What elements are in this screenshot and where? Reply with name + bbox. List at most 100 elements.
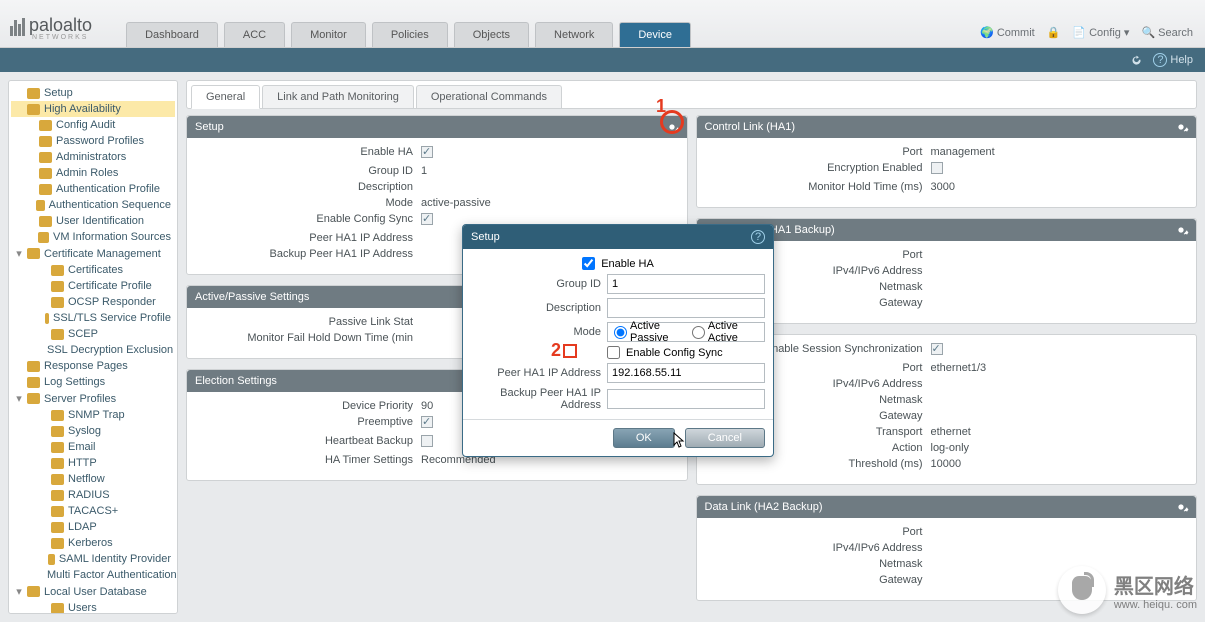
- mode-label: Mode: [471, 326, 601, 338]
- lock-icon[interactable]: 🔒: [1047, 26, 1061, 39]
- sidebar-item-syslog[interactable]: Syslog: [11, 423, 175, 439]
- tab-network[interactable]: Network: [535, 22, 613, 47]
- enable-ha-checkbox[interactable]: [582, 257, 595, 270]
- field-label: HA Timer Settings: [201, 454, 421, 466]
- field-row: Portethernet1/3: [711, 360, 1183, 376]
- field-value: [421, 213, 433, 228]
- sidebar-item-snmp-trap[interactable]: SNMP Trap: [11, 407, 175, 423]
- sidebar-item-log-settings[interactable]: Log Settings: [11, 374, 175, 390]
- sidebar-item-http[interactable]: HTTP: [11, 455, 175, 471]
- checkbox-icon: [421, 146, 433, 158]
- sidebar-item-user-identification[interactable]: User Identification: [11, 213, 175, 229]
- panel-header: Control Link (HA1): [697, 116, 1197, 138]
- folder-icon: [51, 474, 64, 485]
- search-button[interactable]: 🔍 Search: [1141, 26, 1193, 39]
- backup-peer-ha1-input[interactable]: [607, 389, 765, 409]
- field-row: Enable Session Synchronization: [711, 341, 1183, 360]
- sidebar-item-certificate-profile[interactable]: Certificate Profile: [11, 278, 175, 294]
- sidebar-item-tacacs-[interactable]: TACACS+: [11, 503, 175, 519]
- gear-icon[interactable]: [1174, 223, 1188, 237]
- field-label: Heartbeat Backup: [201, 435, 421, 450]
- config-dropdown[interactable]: 📄 Config ▾: [1072, 26, 1129, 39]
- peer-ha1-input[interactable]: [607, 363, 765, 383]
- sidebar-item-netflow[interactable]: Netflow: [11, 471, 175, 487]
- tab-objects[interactable]: Objects: [454, 22, 529, 47]
- sidebar-item-kerberos[interactable]: Kerberos: [11, 535, 175, 551]
- sidebar-item-multi-factor-authentication[interactable]: Multi Factor Authentication: [11, 567, 175, 583]
- sidebar-item-authentication-sequence[interactable]: Authentication Sequence: [11, 197, 175, 213]
- sidebar-item-certificate-management[interactable]: ▾Certificate Management: [11, 245, 175, 262]
- folder-icon: [51, 265, 64, 276]
- field-label: Backup Peer HA1 IP Address: [201, 248, 421, 260]
- panel-header: Data Link (HA2 Backup): [697, 496, 1197, 518]
- subtab-link-and-path-monitoring[interactable]: Link and Path Monitoring: [262, 85, 414, 108]
- sidebar-item-ssl-decryption-exclusion[interactable]: SSL Decryption Exclusion: [11, 342, 175, 358]
- gear-icon[interactable]: [1174, 500, 1188, 514]
- context-bar: ? Help: [0, 48, 1205, 72]
- folder-icon: [51, 506, 64, 517]
- refresh-icon[interactable]: [1130, 54, 1143, 67]
- sidebar-item-saml-identity-provider[interactable]: SAML Identity Provider: [11, 551, 175, 567]
- subtab-general[interactable]: General: [191, 85, 260, 109]
- field-label: Threshold (ms): [711, 458, 931, 470]
- sidebar-item-vm-information-sources[interactable]: VM Information Sources: [11, 229, 175, 245]
- sidebar-item-config-audit[interactable]: Config Audit: [11, 117, 175, 133]
- sidebar-item-setup[interactable]: Setup: [11, 85, 175, 101]
- folder-icon: [51, 538, 64, 549]
- backup-peer-ha1-label: Backup Peer HA1 IP Address: [471, 387, 601, 411]
- main-tabs: DashboardACCMonitorPoliciesObjectsNetwor…: [126, 22, 691, 47]
- mode-active-passive-radio[interactable]: [614, 326, 627, 339]
- ok-button[interactable]: OK: [613, 428, 675, 448]
- modal-help-icon[interactable]: ?: [751, 230, 765, 244]
- tab-policies[interactable]: Policies: [372, 22, 448, 47]
- sidebar-item-radius[interactable]: RADIUS: [11, 487, 175, 503]
- folder-icon: [27, 393, 40, 404]
- folder-icon: [51, 522, 64, 533]
- enable-config-sync-checkbox[interactable]: [607, 346, 620, 359]
- tab-monitor[interactable]: Monitor: [291, 22, 366, 47]
- folder-icon: [38, 232, 49, 243]
- folder-icon: [39, 168, 52, 179]
- subtab-operational-commands[interactable]: Operational Commands: [416, 85, 562, 108]
- sidebar-item-ocsp-responder[interactable]: OCSP Responder: [11, 294, 175, 310]
- sidebar-item-users[interactable]: Users: [11, 600, 175, 614]
- sidebar-item-local-user-database[interactable]: ▾Local User Database: [11, 583, 175, 600]
- commit-button[interactable]: 🌍 Commit: [980, 26, 1035, 39]
- sidebar-item-ssl-tls-service-profile[interactable]: SSL/TLS Service Profile: [11, 310, 175, 326]
- sidebar-item-server-profiles[interactable]: ▾Server Profiles: [11, 390, 175, 407]
- description-input[interactable]: [607, 298, 765, 318]
- folder-icon: [48, 554, 55, 565]
- modal-footer: OK Cancel: [463, 419, 773, 456]
- field-row: Actionlog-only: [711, 440, 1183, 456]
- gear-icon[interactable]: [1174, 120, 1188, 134]
- folder-icon: [51, 442, 64, 453]
- sidebar-item-authentication-profile[interactable]: Authentication Profile: [11, 181, 175, 197]
- sidebar-item-ldap[interactable]: LDAP: [11, 519, 175, 535]
- sidebar-item-scep[interactable]: SCEP: [11, 326, 175, 342]
- field-value: [931, 343, 943, 358]
- field-row: Netmask: [711, 392, 1183, 408]
- cancel-button[interactable]: Cancel: [685, 428, 765, 448]
- sidebar-item-password-profiles[interactable]: Password Profiles: [11, 133, 175, 149]
- help-link[interactable]: ? Help: [1153, 53, 1193, 67]
- sidebar-item-administrators[interactable]: Administrators: [11, 149, 175, 165]
- panel-body: PortmanagementEncryption EnabledMonitor …: [697, 138, 1197, 207]
- folder-icon: [39, 136, 52, 147]
- checkbox-icon: [421, 213, 433, 225]
- mode-active-active-radio[interactable]: [692, 326, 705, 339]
- sidebar-item-email[interactable]: Email: [11, 439, 175, 455]
- gear-icon[interactable]: [665, 120, 679, 134]
- field-value: management: [931, 146, 995, 158]
- sidebar-item-certificates[interactable]: Certificates: [11, 262, 175, 278]
- sidebar-item-response-pages[interactable]: Response Pages: [11, 358, 175, 374]
- tab-device[interactable]: Device: [619, 22, 691, 47]
- top-bar: paloalto NETWORKS DashboardACCMonitorPol…: [0, 0, 1205, 48]
- group-id-input[interactable]: [607, 274, 765, 294]
- sidebar-item-admin-roles[interactable]: Admin Roles: [11, 165, 175, 181]
- field-label: Group ID: [201, 165, 421, 177]
- folder-icon: [51, 410, 64, 421]
- tab-dashboard[interactable]: Dashboard: [126, 22, 218, 47]
- sidebar-item-high-availability[interactable]: High Availability: [11, 101, 175, 117]
- sidebar[interactable]: SetupHigh AvailabilityConfig AuditPasswo…: [8, 80, 178, 614]
- tab-acc[interactable]: ACC: [224, 22, 285, 47]
